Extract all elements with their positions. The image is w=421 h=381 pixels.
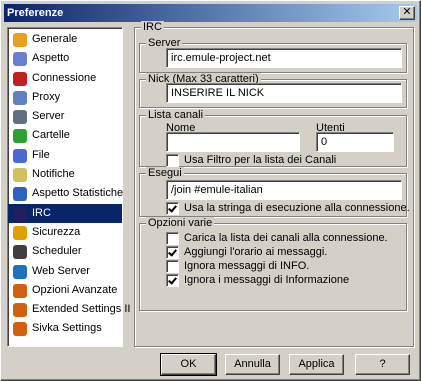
nav-item-label: Notifiche	[32, 168, 75, 181]
nav-item-sicurezza[interactable]: Sicurezza	[8, 223, 122, 242]
help-button[interactable]: ?	[355, 354, 410, 375]
misc-option-checkbox[interactable]	[166, 260, 179, 273]
server-input[interactable]: irc.emule-project.net	[166, 48, 402, 68]
cancel-button[interactable]: Annulla	[225, 354, 280, 375]
globe-icon	[13, 264, 27, 279]
nav-item-label: Web Server	[32, 264, 90, 277]
clock-icon	[13, 245, 27, 260]
nav-item-file[interactable]: File	[8, 146, 122, 165]
nav-item-irc[interactable]: IRC	[8, 203, 122, 223]
nav-item-opzioni-avanzate[interactable]: Opzioni Avanzate	[8, 281, 122, 300]
irc-icon	[13, 206, 27, 221]
close-icon: ✕	[402, 6, 412, 18]
misc-option-label: Carica la lista dei canali alla connessi…	[184, 232, 388, 244]
gear-icon	[13, 33, 27, 47]
nav-item-scheduler[interactable]: Scheduler	[8, 242, 122, 261]
misc-option-row[interactable]: Carica la lista dei canali alla connessi…	[166, 232, 388, 245]
nav-item-server[interactable]: Server	[8, 107, 122, 126]
channel-users-input[interactable]: 0	[316, 132, 394, 152]
stats-icon	[13, 187, 27, 202]
nav-item-label: Connessione	[32, 71, 97, 84]
nav-item-notifiche[interactable]: Notifiche	[8, 165, 122, 184]
preferences-window: Preferenze ✕ Generale Aspetto Connessione P…	[0, 0, 421, 381]
nick-input[interactable]: INSERIRE IL NICK	[166, 83, 402, 103]
nav-item-label: IRC	[32, 206, 51, 219]
channel-list-group-title: Lista canali	[146, 109, 206, 121]
ok-button[interactable]: OK	[160, 353, 217, 376]
execute-use-checkbox[interactable]	[166, 202, 179, 215]
title-bar: Preferenze ✕	[4, 4, 417, 22]
nav-item-cartelle[interactable]: Cartelle	[8, 126, 122, 145]
nav-item-generale[interactable]: Generale	[8, 30, 122, 49]
sivka-icon	[13, 322, 27, 337]
channel-filter-row[interactable]: Usa Filtro per la lista dei Canali	[166, 154, 336, 167]
nav-item-aspetto-statistiche[interactable]: Aspetto Statistiche	[8, 184, 124, 203]
nav-item-label: Cartelle	[32, 129, 70, 142]
misc-option-label: Ignora i messaggi di Informazione	[184, 274, 350, 286]
nav-item-label: Proxy	[32, 90, 61, 103]
misc-option-checkbox[interactable]	[166, 246, 179, 259]
nav-item-proxy[interactable]: Proxy	[8, 88, 122, 107]
execute-input[interactable]: /join #emule-italian	[166, 180, 402, 200]
nav-item-label: Aspetto	[32, 52, 70, 65]
shield-icon	[13, 225, 27, 240]
extended-icon	[13, 303, 27, 318]
apply-button[interactable]: Applica	[289, 354, 344, 375]
misc-option-row[interactable]: Aggiungi l'orario ai messaggi.	[166, 246, 327, 259]
misc-option-checkbox[interactable]	[166, 232, 179, 245]
misc-option-checkbox[interactable]	[166, 274, 179, 287]
nav-item-label: Aspetto Statistiche	[32, 187, 124, 200]
nav-item-connessione[interactable]: Connessione	[8, 69, 122, 88]
nav-item-extended-settings-ii[interactable]: Extended Settings II	[8, 300, 130, 319]
nav-item-sivka-settings[interactable]: Sivka Settings	[8, 319, 122, 338]
channel-filter-label: Usa Filtro per la lista dei Canali	[184, 154, 337, 166]
preferences-nav-list: Generale Aspetto Connessione Proxy Server Car…	[7, 27, 130, 347]
execute-use-label: Usa la stringa di esecuzione alla connes…	[184, 202, 410, 214]
misc-options-group-title: Opzioni varie	[146, 217, 215, 229]
plug-icon	[13, 71, 27, 86]
nav-item-label: Server	[32, 110, 65, 123]
window-title: Preferenze	[7, 7, 64, 19]
nav-item-label: Scheduler	[32, 245, 82, 258]
execute-use-row[interactable]: Usa la stringa di esecuzione alla connes…	[166, 202, 410, 215]
nav-item-label: File	[32, 148, 50, 161]
proxy-icon	[13, 90, 27, 105]
nav-item-aspetto[interactable]: Aspetto	[8, 49, 122, 68]
channel-filter-checkbox[interactable]	[166, 154, 179, 167]
folder-icon	[13, 129, 27, 144]
misc-option-row[interactable]: Ignora messaggi di INFO.	[166, 260, 309, 273]
palette-icon	[13, 52, 27, 67]
advanced-icon	[13, 283, 27, 298]
channel-name-input[interactable]	[166, 132, 300, 152]
misc-option-label: Aggiungi l'orario ai messaggi.	[184, 246, 328, 258]
execute-group-title: Esegui	[146, 167, 184, 179]
irc-settings-panel: IRC Server irc.emule-project.net Nick (M…	[134, 21, 414, 347]
nav-item-label: Sivka Settings	[32, 322, 102, 335]
nav-item-label: Opzioni Avanzate	[32, 283, 118, 296]
nav-item-label: Extended Settings II	[32, 303, 131, 316]
notify-icon	[13, 168, 27, 183]
misc-option-row[interactable]: Ignora i messaggi di Informazione	[166, 274, 349, 287]
file-icon	[13, 148, 27, 163]
close-button[interactable]: ✕	[399, 6, 415, 20]
misc-option-label: Ignora messaggi di INFO.	[184, 260, 310, 272]
nav-item-label: Sicurezza	[32, 225, 81, 238]
nav-item-label: Generale	[32, 33, 78, 45]
irc-group-title: IRC	[141, 21, 164, 33]
server-icon	[13, 110, 27, 125]
nav-item-web-server[interactable]: Web Server	[8, 262, 122, 281]
